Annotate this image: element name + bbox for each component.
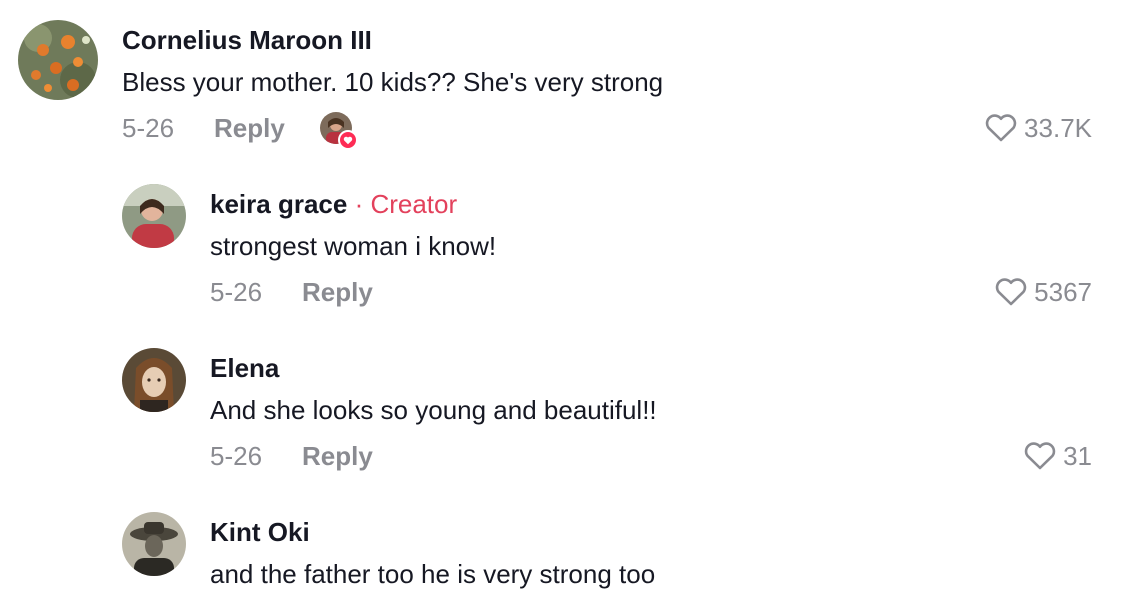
comment-date: 5-26 <box>210 277 263 307</box>
reply-item: Elena And she looks so young and beautif… <box>0 334 1124 498</box>
creator-liked-indicator <box>320 112 358 150</box>
comment-item: Cornelius Maroon III Bless your mother. … <box>0 0 1124 170</box>
heart-outline-icon <box>995 278 1027 306</box>
like-count: 5367 <box>1034 277 1092 307</box>
reply-button[interactable]: Reply <box>302 276 373 308</box>
comment-text: strongest woman i know! <box>210 231 497 261</box>
comment-author[interactable]: keira grace · Creator <box>210 188 457 220</box>
reply-item: keira grace · Creator strongest woman i … <box>0 170 1124 334</box>
like-count: 31 <box>1063 441 1092 471</box>
creator-badge: · Creator <box>354 189 458 219</box>
comment-date: 5-26 <box>122 113 175 143</box>
like-button[interactable]: 5367 <box>994 276 1092 308</box>
author-name[interactable]: keira grace <box>210 189 347 219</box>
comment-text: Bless your mother. 10 kids?? She's very … <box>122 67 664 97</box>
like-button[interactable]: 31 <box>1023 440 1092 472</box>
reply-button[interactable]: Reply <box>302 440 373 472</box>
heart-outline-icon <box>1024 442 1056 470</box>
comment-author[interactable]: Cornelius Maroon III <box>122 24 372 56</box>
avatar[interactable] <box>122 348 186 412</box>
avatar[interactable] <box>18 20 98 100</box>
comment-author[interactable]: Elena <box>210 352 279 384</box>
heart-badge-icon <box>338 130 358 150</box>
avatar[interactable] <box>122 512 186 576</box>
reply-item: Kint Oki and the father too he is very s… <box>0 498 1124 596</box>
reply-button[interactable]: Reply <box>214 112 285 144</box>
heart-outline-icon <box>985 114 1017 142</box>
avatar[interactable] <box>122 184 186 248</box>
comment-author[interactable]: Kint Oki <box>210 516 310 548</box>
like-button[interactable]: 33.7K <box>984 112 1092 144</box>
like-count: 33.7K <box>1024 113 1092 143</box>
comment-text: And she looks so young and beautiful!! <box>210 395 657 425</box>
comment-text: and the father too he is very strong too <box>210 559 656 589</box>
comment-date: 5-26 <box>210 441 263 471</box>
